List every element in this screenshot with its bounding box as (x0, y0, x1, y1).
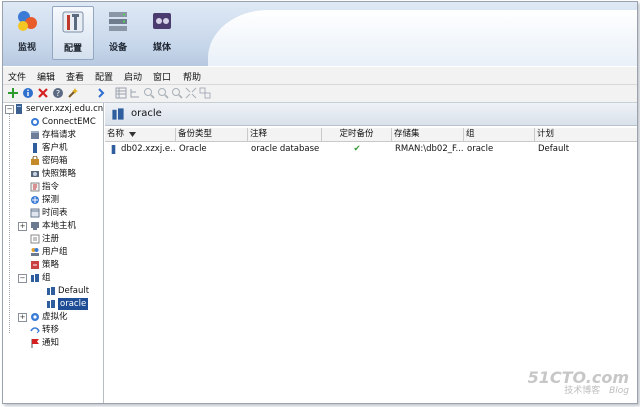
properties-icon[interactable] (22, 87, 34, 99)
panel-header: oracle (105, 103, 637, 126)
devices-icon (109, 12, 127, 31)
app-window: 监视 配置 设备 媒体 文件 编辑 查看 配置 启动 窗口 帮助 ? − ser… (2, 1, 638, 404)
column-schedule[interactable]: 计划 (535, 128, 637, 141)
watermark: 51CTO.com 技术博客 Blog (528, 370, 629, 397)
snapshot-icon (31, 171, 39, 177)
watermark-site: 51CTO.com (527, 368, 629, 387)
zoom-out-icon[interactable] (157, 87, 169, 99)
monitor-icon (18, 11, 37, 31)
wand-icon[interactable] (67, 87, 79, 99)
collapse-groups-toggle[interactable]: − (18, 274, 27, 283)
cell-name: db02.xzxj.e... (121, 144, 176, 154)
delete-icon[interactable] (37, 87, 49, 99)
forward-icon[interactable] (95, 87, 107, 99)
layout-icon[interactable] (199, 87, 211, 99)
group-icon (31, 274, 39, 282)
client-icon (111, 145, 116, 154)
directive-icon (30, 182, 40, 192)
sort-desc-icon (129, 132, 136, 137)
cell-schedule: Default (538, 144, 570, 154)
menu-window[interactable]: 窗口 (153, 70, 171, 83)
add-icon[interactable] (7, 87, 19, 99)
archive-icon (31, 131, 39, 139)
column-backup-type[interactable]: 备份类型 (176, 128, 248, 141)
configure-tools-icon (62, 11, 84, 33)
svg-text:?: ? (56, 89, 60, 98)
top-nav-bar: 监视 配置 设备 媒体 (3, 2, 637, 66)
nav-devices-button[interactable]: 设备 (98, 6, 138, 58)
schedule-icon (30, 208, 40, 218)
expand-virtualization-toggle[interactable]: + (18, 313, 27, 322)
watermark-blog: Blog (609, 386, 629, 396)
column-storage-set[interactable]: 存储集 (392, 128, 464, 141)
panel-title: oracle (131, 108, 162, 119)
scheduled-check-icon[interactable]: ✔ (322, 143, 392, 156)
expand-icon[interactable] (185, 87, 197, 99)
menu-view[interactable]: 查看 (66, 70, 84, 83)
probe-icon (31, 196, 39, 204)
menu-bar: 文件 编辑 查看 配置 启动 窗口 帮助 (3, 67, 637, 85)
menu-edit[interactable]: 编辑 (37, 70, 55, 83)
zoom-fit-icon[interactable] (171, 87, 183, 99)
nav-monitor-button[interactable]: 监视 (7, 6, 47, 58)
nav-configure-button[interactable]: 配置 (52, 6, 94, 60)
column-comment[interactable]: 注释 (248, 128, 322, 141)
notification-flag-icon (31, 339, 39, 348)
collapse-root-toggle[interactable]: − (5, 105, 14, 114)
grid-view-icon[interactable] (115, 87, 127, 99)
help-icon[interactable]: ? (52, 87, 64, 99)
tree-root-label: server.xzxj.edu.cn (26, 104, 104, 114)
nav-media-label: 媒体 (152, 43, 171, 53)
nav-devices-label: 设备 (108, 43, 127, 53)
menu-start[interactable]: 启动 (124, 70, 142, 83)
menu-config[interactable]: 配置 (95, 70, 113, 83)
toolbar: ? (3, 85, 637, 103)
cell-comment: oracle database (251, 144, 320, 154)
expand-localhost-toggle[interactable]: + (18, 222, 27, 231)
cell-backup-type: Oracle (179, 144, 207, 154)
client-icon (33, 143, 37, 153)
server-icon (16, 104, 22, 114)
nav-banner-decoration (208, 10, 637, 66)
tree-view-icon[interactable] (129, 87, 141, 99)
group-icon (47, 300, 55, 308)
nav-media-button[interactable]: 媒体 (142, 6, 182, 58)
group-icon (47, 287, 55, 295)
zoom-in-icon[interactable] (143, 87, 155, 99)
cell-group: oracle (467, 144, 494, 154)
column-group[interactable]: 组 (464, 128, 535, 141)
server-tree: − server.xzxj.edu.cn ConnectEMC 存档请求 客户机… (3, 103, 104, 403)
table-header: 名称 备份类型 注释 定时备份 存储集 组 计划 (105, 128, 637, 142)
host-icon (31, 222, 39, 230)
group-icon (112, 108, 124, 120)
migration-icon (30, 327, 40, 334)
connect-emc-icon (31, 118, 39, 126)
column-scheduled[interactable]: 定时备份 (322, 128, 392, 141)
registration-icon (30, 234, 40, 244)
menu-file[interactable]: 文件 (8, 70, 26, 83)
virtualization-icon (31, 313, 39, 321)
watermark-sub: 技术博客 (564, 386, 601, 396)
nav-monitor-label: 监视 (17, 43, 36, 53)
policy-icon (31, 261, 39, 269)
column-name[interactable]: 名称 (105, 128, 176, 141)
lockbox-icon (31, 156, 39, 165)
menu-help[interactable]: 帮助 (183, 70, 201, 83)
user-group-icon (31, 248, 39, 256)
table-row[interactable]: db02.xzxj.e... Oracle oracle database ✔ … (105, 143, 637, 156)
cell-storage-set: RMAN:\db02_F... (395, 144, 463, 154)
nav-configure-label: 配置 (63, 44, 82, 54)
media-icon (153, 13, 171, 29)
